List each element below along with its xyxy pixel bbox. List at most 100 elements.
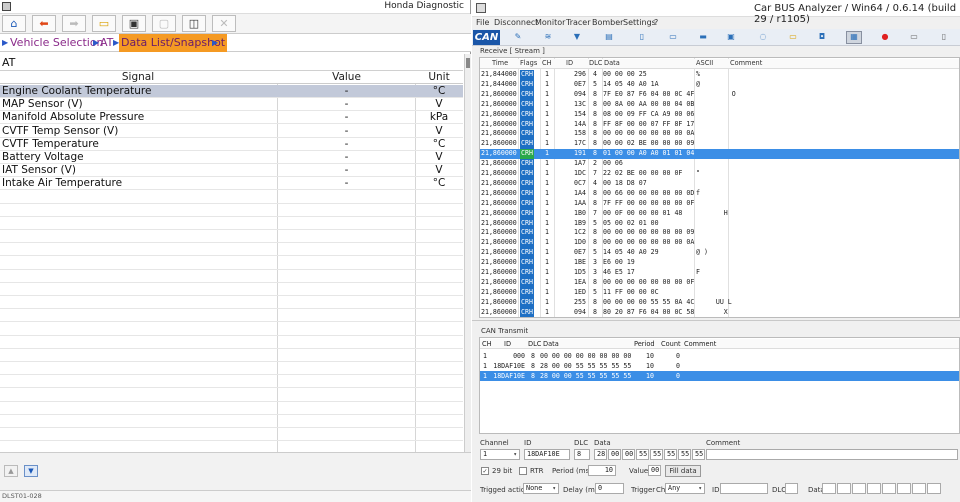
home-icon[interactable]: ⌂ — [2, 15, 26, 32]
rx-header-data[interactable]: Data — [604, 59, 620, 69]
vertical-scrollbar[interactable] — [464, 54, 471, 452]
tools-icon[interactable]: ✕ — [212, 15, 236, 32]
rx-header-id[interactable]: ID — [566, 59, 573, 69]
receive-row[interactable]: 21,860000 CRH 1 1AA 8 7F FF 00 00 00 00 00 0F — [480, 198, 959, 209]
table-row[interactable]: MAP Sensor (V) - V — [0, 98, 463, 112]
comment-input[interactable] — [706, 449, 958, 460]
receive-row[interactable]: 21,860000 CRH 1 1A4 8 00 66 00 00 00 00 00 0D… — [480, 188, 959, 199]
data-byte-input[interactable]: 55 — [678, 449, 691, 460]
print-icon[interactable]: ▤ — [603, 32, 615, 42]
marker-icon[interactable]: ▯ — [938, 32, 950, 42]
forward-arrow-icon[interactable]: ➡ — [62, 15, 86, 32]
back-arrow-icon[interactable]: ⬅ — [32, 15, 56, 32]
rx-header-time[interactable]: Time — [492, 59, 508, 69]
open-folder-icon[interactable]: ▭ — [787, 32, 799, 42]
tag-icon[interactable]: ▭ — [908, 32, 920, 42]
header-signal[interactable]: Signal — [2, 71, 274, 84]
receive-row[interactable]: 21,860000 CRH 1 1BE 3 E6 00 19 — [480, 258, 959, 268]
table-row[interactable]: IAT Sensor (V) - V — [0, 164, 463, 178]
receive-row[interactable]: 21,860000 CRH 1 154 8 08 00 09 FF CA A9 00 06 — [480, 109, 959, 120]
filter-settings-icon[interactable]: ≋ — [542, 32, 554, 42]
breadcrumb-vehicle-selection[interactable]: Vehicle Selection — [10, 34, 104, 52]
table-row[interactable]: Engine Coolant Temperature - °C — [0, 85, 463, 98]
trigger-data-byte-input[interactable] — [837, 483, 851, 494]
receive-row[interactable]: 21,844000 CRH 1 0E7 5 14 05 40 A0 1A @ — [480, 79, 959, 90]
breadcrumb-at[interactable]: AT — [100, 34, 113, 52]
menu-bomber[interactable]: Bomber — [592, 17, 623, 29]
menu-settings[interactable]: Settings — [623, 17, 656, 29]
receive-row[interactable]: 21,860000 CRH 1 255 8 00 00 00 00 55 55 0A 4C… — [480, 297, 959, 308]
trigged-action-select[interactable]: None — [523, 483, 559, 494]
rx-header-ch[interactable]: CH — [542, 59, 552, 69]
trigger-data-byte-input[interactable] — [897, 483, 911, 494]
chat-bubble-icon[interactable]: ◌ — [757, 32, 769, 42]
data-byte-input[interactable]: 00 — [622, 449, 635, 460]
panel-icon[interactable]: ▬ — [697, 32, 709, 42]
receive-row[interactable]: 21,860000 CRH 1 094 8 80 20 87 F6 04 00 0C 58… — [480, 307, 959, 317]
window-menu-icon[interactable] — [476, 3, 486, 13]
data-byte-input[interactable]: 28 — [594, 449, 607, 460]
menu-monitor[interactable]: Monitor — [535, 17, 565, 29]
vehicle-connector-icon[interactable]: ▣ — [122, 15, 146, 32]
trigger-id-input[interactable] — [720, 483, 768, 494]
delay-input[interactable]: 0 — [595, 483, 624, 494]
scroll-up-icon[interactable]: ▲ — [4, 465, 18, 477]
data-byte-input[interactable]: 55 — [664, 449, 677, 460]
receive-row[interactable]: 21,860000 CRH 1 1C2 8 00 00 00 00 00 00 00 09 — [480, 228, 959, 239]
id-input[interactable]: 18DAF10E — [524, 449, 570, 460]
rx-header-comment[interactable]: Comment — [730, 59, 762, 69]
receive-row[interactable]: 21,860000 CRH 1 1ED 5 11 FF 00 00 0C — [480, 287, 959, 298]
table-row[interactable]: CVTF Temp Sensor (V) - V — [0, 125, 463, 138]
save-icon[interactable]: ▣ — [725, 32, 737, 42]
scroll-down-icon[interactable]: ▼ — [24, 465, 38, 477]
trigger-data-byte-input[interactable] — [912, 483, 926, 494]
layout-grid-icon[interactable]: ▦ — [846, 31, 862, 44]
receive-row[interactable]: 21,860000 CRH 1 1DC 7 22 02 BE 00 00 00 0F " — [480, 169, 959, 179]
receive-row[interactable]: 21,860000 CRH 1 14A 8 FF 8F 00 00 07 FF 8F 17 — [480, 119, 959, 130]
receive-row[interactable]: 21,860000 CRH 1 1B9 5 05 00 02 01 00 — [480, 218, 959, 229]
trigger-data-byte-input[interactable] — [822, 483, 836, 494]
breadcrumb-data-list[interactable]: Data List/Snapshot — [119, 34, 228, 52]
scrollbar-thumb[interactable] — [466, 58, 470, 68]
trigger-data-byte-input[interactable] — [867, 483, 881, 494]
menu-help[interactable]: ? — [654, 17, 658, 29]
receive-row[interactable]: 21,860000 CRH 1 1EA 8 00 00 00 00 00 00 00 0F — [480, 277, 959, 288]
tx-header-ch[interactable]: CH — [482, 339, 492, 349]
receive-row[interactable]: 21,860000 CRH 1 094 8 7F E0 87 F6 04 00 0C 4F… — [480, 89, 959, 100]
funnel-filter-icon[interactable]: ▼ — [571, 32, 583, 42]
receive-row[interactable]: 21,860000 CRH 1 191 8 01 00 00 A0 A0 01 01 04 — [480, 149, 959, 160]
transmit-row[interactable]: 1 000 8 00 00 00 00 00 00 00 00 10 0 — [480, 351, 959, 361]
data-byte-input[interactable]: 55 — [650, 449, 663, 460]
trigger-data-byte-input[interactable] — [927, 483, 941, 494]
transmit-row[interactable]: 1 18DAF10E 8 28 00 00 55 55 55 55 55 10 0 — [480, 361, 959, 371]
window-tile-icon[interactable]: ◫ — [182, 15, 206, 32]
pane-splitter[interactable] — [472, 320, 960, 324]
bit29-checkbox[interactable]: ✓ — [481, 467, 489, 475]
tx-header-dlc[interactable]: DLC — [528, 339, 541, 349]
edit-pencil-icon[interactable]: ✎ — [512, 32, 524, 42]
table-row[interactable]: Battery Voltage - V — [0, 151, 463, 164]
table-row[interactable]: Intake Air Temperature - °C — [0, 177, 463, 191]
new-document-icon[interactable]: ▯ — [636, 32, 648, 42]
receive-row[interactable]: 21,860000 CRH 1 1A7 2 00 06 — [480, 159, 959, 169]
receive-row[interactable]: 21,860000 CRH 1 0C7 4 00 18 D8 07 — [480, 178, 959, 189]
table-row[interactable]: Manifold Absolute Pressure - kPa — [0, 111, 463, 125]
period-input[interactable]: 10 — [588, 465, 616, 476]
receive-row[interactable]: 21,860000 CRH 1 158 8 00 00 00 00 00 00 00 0A — [480, 129, 959, 140]
menu-tracer[interactable]: Tracer — [566, 17, 591, 29]
tx-header-data[interactable]: Data — [543, 339, 559, 349]
trigger-data-byte-input[interactable] — [882, 483, 896, 494]
rx-header-dlc[interactable]: DLC — [589, 59, 602, 69]
receive-row[interactable]: 21,860000 CRH 1 1D0 8 00 00 00 00 00 00 00 0A — [480, 238, 959, 249]
data-byte-input[interactable]: 55 — [636, 449, 649, 460]
record-icon[interactable]: ● — [879, 32, 891, 42]
rx-header-ascii[interactable]: ASCII — [696, 59, 713, 69]
fill-data-button[interactable]: Fill data — [665, 465, 701, 477]
receive-row[interactable]: 21,860000 CRH 1 0E7 5 14 05 40 A0 29 @ ) — [480, 248, 959, 259]
transmit-row[interactable]: 1 18DAF10E 8 28 00 00 55 55 55 55 55 10 0 — [480, 371, 959, 381]
dlc-input[interactable]: 8 — [574, 449, 590, 460]
value-input[interactable]: 00 — [648, 465, 661, 476]
tx-header-comment[interactable]: Comment — [684, 339, 716, 349]
trigger-ch-select[interactable]: Any — [665, 483, 705, 494]
receive-row[interactable]: 21,860000 CRH 1 1B0 7 00 0F 00 00 00 01 48 H — [480, 208, 959, 219]
